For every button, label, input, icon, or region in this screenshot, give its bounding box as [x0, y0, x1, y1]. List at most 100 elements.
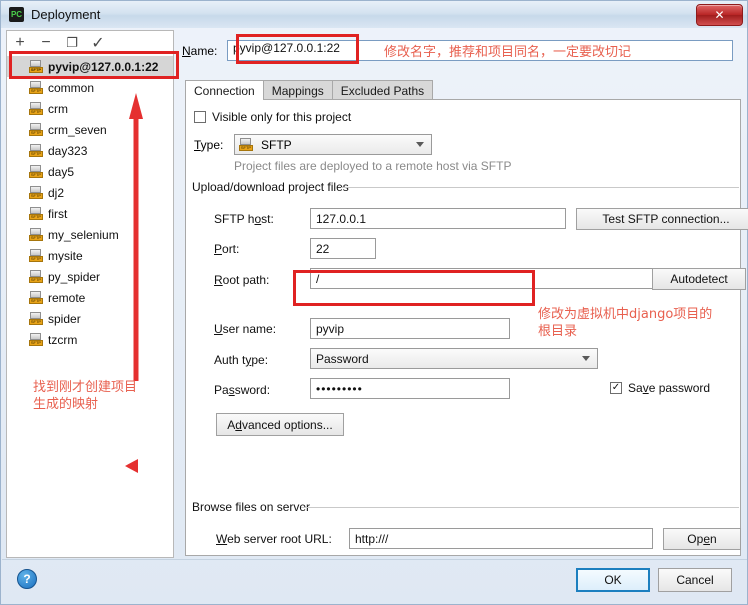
sftp-icon: SFTP — [29, 312, 43, 325]
server-config-panel: Name: pyvip@127.0.0.1:22 Connection Mapp… — [178, 30, 748, 558]
autodetect-button[interactable]: Autodetect — [652, 268, 746, 290]
server-list-item-label: mysite — [48, 248, 83, 263]
server-list-item[interactable]: SFTP day5 — [7, 161, 173, 182]
browse-group-divider — [301, 507, 739, 508]
port-label: Port: — [214, 242, 240, 256]
root-path-label: Root path: — [214, 273, 270, 287]
save-password-row[interactable]: ✓ Save password — [610, 381, 710, 395]
name-row: Name: pyvip@127.0.0.1:22 — [182, 40, 733, 61]
test-sftp-connection-label: Test SFTP connection... — [602, 212, 730, 226]
name-input[interactable]: pyvip@127.0.0.1:22 — [227, 40, 733, 61]
ok-button[interactable]: OK — [576, 568, 650, 592]
upload-group-title: Upload/download project files — [192, 180, 354, 194]
server-list-item-label: crm_seven — [48, 122, 107, 137]
server-list-item[interactable]: SFTP spider — [7, 308, 173, 329]
sftp-icon: SFTP — [29, 60, 43, 73]
visible-only-row[interactable]: Visible only for this project — [194, 110, 351, 124]
connection-tab-pane: Visible only for this project Type: SFTP… — [185, 99, 748, 556]
config-tabs: Connection Mappings Excluded Paths — [185, 80, 434, 100]
server-list-item-label: dj2 — [48, 185, 65, 200]
user-name-input[interactable]: pyvip — [310, 318, 510, 339]
ok-label: OK — [604, 573, 622, 587]
sftp-icon: SFTP — [239, 138, 253, 151]
server-list-item[interactable]: SFTP day323 — [7, 140, 173, 161]
sftp-icon: SFTP — [29, 81, 43, 94]
open-button[interactable]: Open — [663, 528, 741, 550]
server-list-item-label: pyvip@127.0.0.1:22 — [48, 59, 159, 74]
window-title: Deployment — [31, 7, 101, 22]
open-label: Open — [687, 532, 717, 546]
auth-type-value: Password — [316, 351, 369, 366]
server-list-item[interactable]: SFTP mysite — [7, 245, 173, 266]
password-label: Password: — [214, 383, 271, 397]
server-list-item[interactable]: SFTP common — [7, 77, 173, 98]
sftp-icon: SFTP — [29, 165, 43, 178]
name-label: Name: — [182, 43, 218, 58]
server-list-item-label: day5 — [48, 164, 75, 179]
copy-server-button[interactable]: ❐ — [59, 32, 85, 54]
server-list-item[interactable]: SFTP crm — [7, 98, 173, 119]
sftp-icon: SFTP — [29, 333, 43, 346]
server-list: SFTP pyvip@127.0.0.1:22 SFTP common SFTP crm S… — [7, 56, 173, 557]
advanced-options-button[interactable]: Advanced options... — [216, 413, 344, 436]
save-password-checkbox[interactable]: ✓ — [610, 382, 622, 394]
type-row: Type: SFTP SFTP — [194, 134, 432, 155]
set-default-server-button[interactable]: ✓ — [85, 32, 111, 54]
server-list-item[interactable]: SFTP pyvip@127.0.0.1:22 — [7, 56, 173, 77]
chevron-down-icon — [416, 141, 424, 147]
tab-mappings[interactable]: Mappings — [262, 80, 333, 100]
server-list-item[interactable]: SFTP my_selenium — [7, 224, 173, 245]
sftp-icon: SFTP — [29, 249, 43, 262]
remove-server-button[interactable]: − — [33, 32, 59, 54]
footer-divider — [2, 559, 747, 560]
sftp-icon: SFTP — [29, 123, 43, 136]
server-list-toolbar: + − ❐ ✓ — [7, 31, 173, 55]
type-select-value: SFTP — [261, 137, 292, 152]
server-list-item[interactable]: SFTP tzcrm — [7, 329, 173, 350]
server-list-item-label: common — [48, 80, 95, 95]
autodetect-label: Autodetect — [670, 272, 728, 286]
server-list-item[interactable]: SFTP first — [7, 203, 173, 224]
sftp-icon: SFTP — [29, 228, 43, 241]
upload-group-divider — [341, 187, 739, 188]
visible-only-checkbox[interactable] — [194, 111, 206, 123]
title-bar: PC Deployment ✕ — [1, 1, 747, 28]
browse-group-title: Browse files on server — [192, 500, 316, 514]
pycharm-icon: PC — [9, 7, 24, 22]
sftp-icon: SFTP — [29, 207, 43, 220]
test-sftp-connection-button[interactable]: Test SFTP connection... — [576, 208, 748, 230]
auth-type-select[interactable]: Password — [310, 348, 598, 369]
help-icon[interactable]: ? — [17, 569, 37, 589]
sftp-icon: SFTP — [29, 144, 43, 157]
web-root-label: Web server root URL: — [216, 532, 332, 546]
server-list-item-label: spider — [48, 311, 81, 326]
deployment-dialog: PC Deployment ✕ + − ❐ ✓ SFTP pyvip@127.0.… — [0, 0, 748, 605]
type-hint-text: Project files are deployed to a remote h… — [234, 159, 512, 173]
deployment-server-list-panel: + − ❐ ✓ SFTP pyvip@127.0.0.1:22 SFTP common… — [6, 30, 174, 558]
auth-type-label: Auth type: — [214, 353, 269, 367]
user-name-label: User name: — [214, 322, 277, 336]
cancel-button[interactable]: Cancel — [658, 568, 732, 592]
close-icon[interactable]: ✕ — [696, 4, 743, 26]
server-list-item[interactable]: SFTP crm_seven — [7, 119, 173, 140]
web-root-input[interactable]: http:/// — [349, 528, 653, 549]
server-list-item[interactable]: SFTP remote — [7, 287, 173, 308]
server-list-item-label: remote — [48, 290, 86, 305]
tab-excluded-paths[interactable]: Excluded Paths — [331, 80, 434, 100]
sftp-host-input[interactable]: 127.0.0.1 — [310, 208, 566, 229]
visible-only-label: Visible only for this project — [212, 110, 352, 124]
server-list-item[interactable]: SFTP dj2 — [7, 182, 173, 203]
auth-type-chevron-down-icon — [582, 355, 590, 361]
sftp-host-label: SFTP host: — [214, 212, 274, 226]
password-input[interactable]: ••••••••• — [310, 378, 510, 399]
server-list-item-label: tzcrm — [48, 332, 78, 347]
tab-connection[interactable]: Connection — [185, 80, 264, 100]
server-list-item-label: py_spider — [48, 269, 101, 284]
server-list-item[interactable]: SFTP py_spider — [7, 266, 173, 287]
port-input[interactable]: 22 — [310, 238, 376, 259]
add-server-button[interactable]: + — [7, 32, 33, 54]
sftp-icon: SFTP — [29, 102, 43, 115]
server-list-item-label: first — [48, 206, 68, 221]
sftp-icon: SFTP — [29, 291, 43, 304]
type-select[interactable]: SFTP SFTP — [234, 134, 432, 155]
